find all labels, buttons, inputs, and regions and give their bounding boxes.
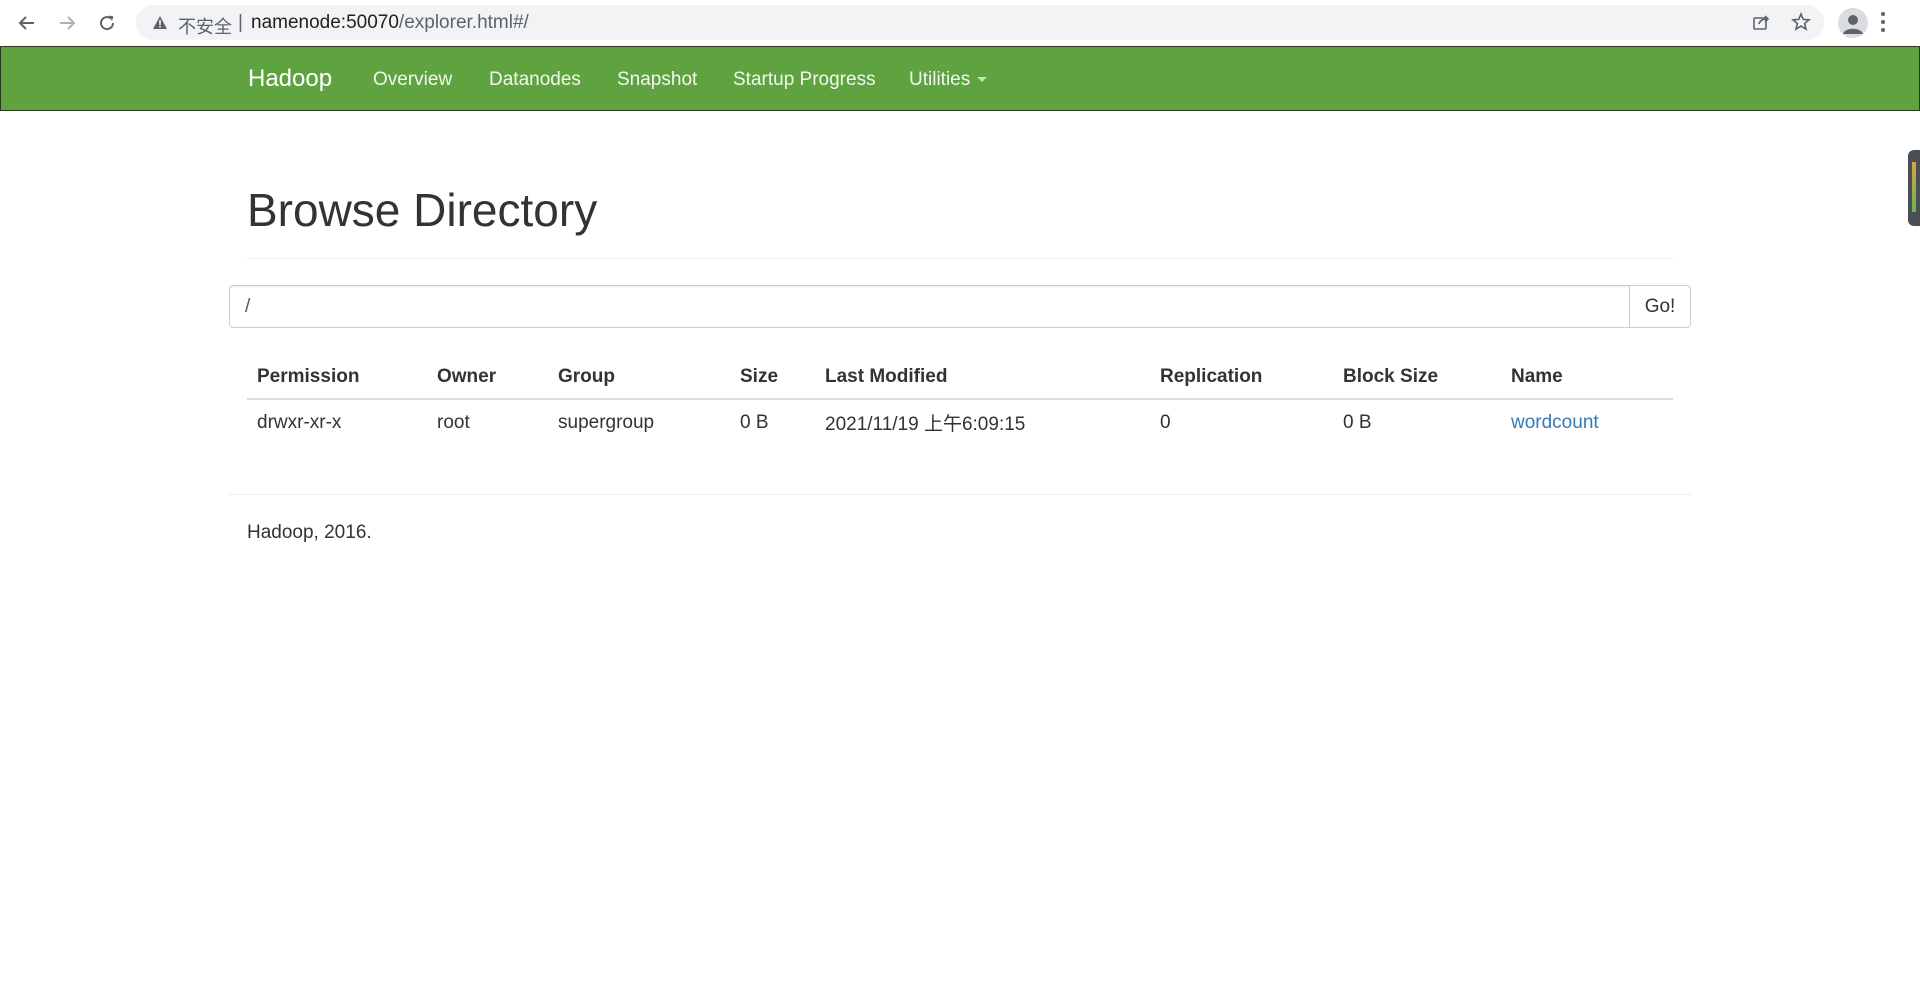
directory-table-container: Permission Owner Group Size Last Modifie… bbox=[247, 355, 1673, 445]
footer-divider bbox=[229, 494, 1691, 495]
reload-button[interactable] bbox=[92, 8, 122, 38]
person-icon bbox=[1843, 15, 1863, 34]
browser-menu-button[interactable] bbox=[1880, 9, 1886, 40]
url-separator: | bbox=[238, 12, 243, 33]
url-path: /explorer.html#/ bbox=[398, 12, 529, 33]
arrow-left-icon bbox=[18, 16, 34, 30]
back-button[interactable] bbox=[12, 8, 42, 38]
hadoop-navbar: Hadoop Overview Datanodes Snapshot Start… bbox=[0, 46, 1920, 111]
side-widget-indicator bbox=[1912, 162, 1916, 212]
column-header-replication[interactable]: Replication bbox=[1150, 355, 1333, 400]
cell-size: 0 B bbox=[740, 411, 769, 433]
navbar-brand[interactable]: Hadoop bbox=[248, 65, 332, 93]
nav-item-overview[interactable]: Overview bbox=[373, 69, 452, 91]
utilities-label: Utilities bbox=[909, 69, 971, 90]
page-title: Browse Directory bbox=[247, 184, 598, 236]
cell-name: wordcount bbox=[1501, 399, 1673, 445]
column-header-owner[interactable]: Owner bbox=[427, 355, 548, 400]
footer-text: Hadoop, 2016. bbox=[247, 522, 372, 543]
insecure-label[interactable]: 不安全 bbox=[178, 13, 232, 39]
table-row: drwxr-xr-x root supergroup 0 B 2021/11/1… bbox=[247, 399, 1673, 445]
kebab-menu-icon bbox=[1881, 12, 1885, 32]
cell-group: supergroup bbox=[558, 411, 655, 433]
directory-link-wordcount[interactable]: wordcount bbox=[1511, 412, 1599, 433]
cell-replication: 0 bbox=[1160, 411, 1171, 433]
reload-icon bbox=[100, 15, 115, 31]
column-header-name[interactable]: Name bbox=[1501, 355, 1673, 400]
column-header-permission[interactable]: Permission bbox=[247, 355, 427, 400]
cell-owner: root bbox=[437, 411, 470, 433]
side-scroll-widget[interactable] bbox=[1908, 150, 1920, 226]
nav-item-utilities[interactable]: Utilities bbox=[909, 69, 988, 91]
forward-button[interactable] bbox=[52, 8, 82, 38]
go-button[interactable]: Go! bbox=[1629, 285, 1691, 328]
cell-permission: drwxr-xr-x bbox=[257, 411, 342, 433]
table-header-row: Permission Owner Group Size Last Modifie… bbox=[247, 355, 1673, 400]
browser-toolbar: 不安全 | namenode:50070/explorer.html#/ bbox=[0, 0, 1920, 46]
star-icon[interactable] bbox=[1790, 11, 1812, 37]
caret-down-icon bbox=[977, 77, 988, 83]
cell-block-size: 0 B bbox=[1343, 411, 1372, 433]
warning-triangle-icon[interactable] bbox=[152, 15, 168, 35]
column-header-size[interactable]: Size bbox=[730, 355, 815, 400]
address-bar[interactable]: 不安全 | namenode:50070/explorer.html#/ bbox=[136, 5, 1824, 40]
share-icon[interactable] bbox=[1752, 13, 1770, 36]
nav-item-snapshot[interactable]: Snapshot bbox=[617, 69, 697, 91]
title-divider bbox=[247, 258, 1673, 259]
directory-path-input[interactable] bbox=[229, 285, 1630, 328]
arrow-right-icon bbox=[60, 16, 76, 30]
column-header-group[interactable]: Group bbox=[548, 355, 730, 400]
cell-last-modified: 2021/11/19 上午6:09:15 bbox=[825, 414, 1026, 435]
column-header-last-modified[interactable]: Last Modified bbox=[815, 355, 1150, 400]
nav-item-startup-progress[interactable]: Startup Progress bbox=[733, 69, 876, 91]
column-header-block-size[interactable]: Block Size bbox=[1333, 355, 1501, 400]
directory-table: Permission Owner Group Size Last Modifie… bbox=[247, 355, 1673, 445]
url-text[interactable]: namenode:50070/explorer.html#/ bbox=[251, 12, 529, 34]
nav-item-datanodes[interactable]: Datanodes bbox=[489, 69, 581, 91]
url-host: namenode:50070 bbox=[251, 12, 399, 33]
profile-button[interactable] bbox=[1838, 8, 1868, 38]
